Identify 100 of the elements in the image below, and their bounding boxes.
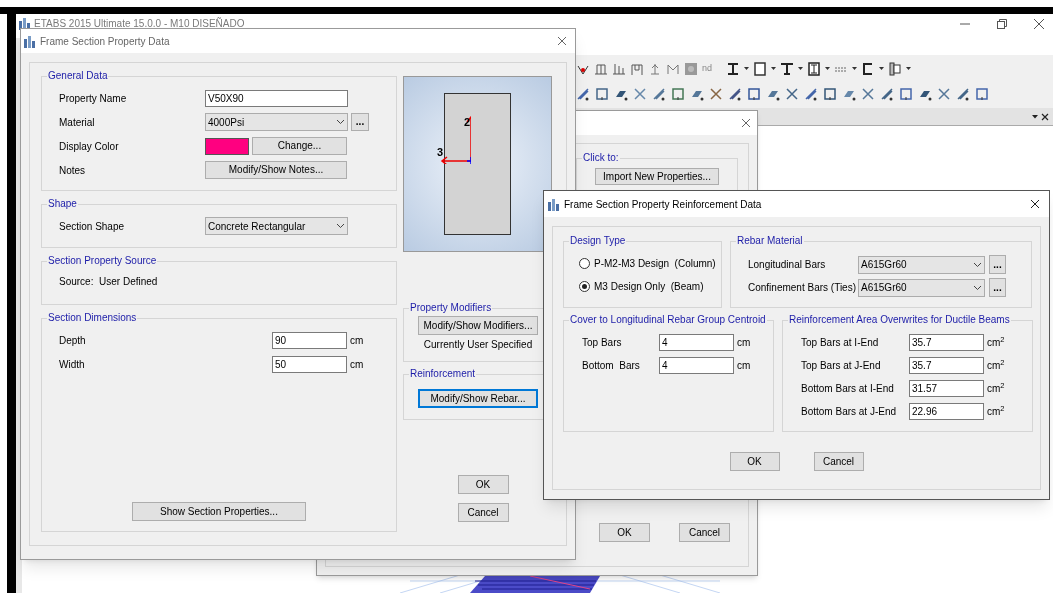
unit-label: cm [350, 357, 364, 372]
more-button[interactable]: ... [989, 255, 1006, 274]
group-title: Reinforcement Area Overwrites for Ductile Beams [788, 314, 1011, 326]
draw-tool-icon[interactable] [785, 87, 801, 101]
building-icon [547, 197, 560, 211]
draw-tool-icon[interactable] [937, 87, 953, 101]
dropdown-caret-icon[interactable] [798, 67, 803, 71]
button[interactable]: Change... [252, 137, 347, 155]
group-title: Rebar Material [736, 235, 804, 247]
draw-tool-icon[interactable] [709, 87, 725, 101]
button[interactable]: Modify/Show Modifiers... [418, 316, 538, 335]
button[interactable]: Modify/Show Rebar... [418, 389, 538, 408]
i-beam-icon[interactable] [726, 62, 740, 76]
button[interactable]: Cancel [679, 523, 730, 542]
input-field[interactable]: 4 [659, 334, 734, 351]
rectangle-section-icon[interactable] [753, 62, 767, 76]
radio-option[interactable]: M3 Design Only (Beam) [579, 278, 721, 295]
input-field[interactable]: 22.96 [909, 403, 984, 420]
button[interactable]: Modify/Show Notes... [205, 161, 347, 179]
draw-tool-icon[interactable] [880, 87, 896, 101]
dropdown[interactable]: Concrete Rectangular [205, 217, 348, 235]
dropdown-caret-icon[interactable] [825, 67, 830, 71]
draw-tool-icon[interactable] [899, 87, 915, 101]
input-field[interactable]: 35.7 [909, 357, 984, 374]
group-title: Shape [47, 198, 78, 210]
button[interactable]: Cancel [813, 452, 864, 471]
close-icon[interactable] [1033, 17, 1045, 30]
restore-icon[interactable] [996, 17, 1008, 30]
unit-label: cm$^{2}$ [987, 404, 1005, 419]
unit-label: cm [350, 333, 364, 348]
group-title: Design Type [569, 235, 627, 247]
input-field[interactable]: 90 [272, 331, 347, 349]
draw-tool-icon[interactable] [652, 87, 668, 101]
draw-tool-icon[interactable] [633, 87, 649, 101]
draw-tool-icon[interactable] [956, 87, 972, 101]
channel-section-icon[interactable] [861, 62, 875, 76]
button[interactable]: OK [457, 475, 509, 494]
draw-tool-icon[interactable] [576, 87, 592, 101]
portal-frame-icon[interactable] [630, 62, 644, 76]
group-title: Section Dimensions [47, 312, 138, 324]
draw-tool-icon[interactable] [975, 87, 991, 101]
axis-arrows-icon [439, 116, 471, 164]
column-section-icon[interactable] [888, 62, 902, 76]
status-text: Currently User Specified [423, 338, 533, 352]
tee-section-icon[interactable] [780, 62, 794, 76]
radio-button[interactable] [579, 258, 590, 269]
input-field[interactable]: 4 [659, 357, 734, 374]
dropdown-caret-icon[interactable] [852, 67, 857, 71]
group-title: General Data [47, 70, 109, 82]
field-label: Confinement Bars (Ties) [748, 281, 857, 295]
draw-tool-icon[interactable] [747, 87, 763, 101]
close-icon[interactable] [1030, 199, 1040, 209]
button[interactable]: Show Section Properties... [132, 502, 306, 521]
field-label: Material [59, 115, 96, 130]
dropdown-caret-icon[interactable] [771, 67, 776, 71]
dropdown-value: Concrete Rectangular [208, 219, 306, 234]
color-swatch[interactable] [205, 137, 249, 155]
input-field[interactable]: 31.57 [909, 380, 984, 397]
field-label: Longitudinal Bars [748, 258, 827, 272]
group-title: Property Modifiers [409, 302, 493, 314]
group-title: Section Property Source [47, 255, 158, 267]
dropdown-caret-icon[interactable] [906, 67, 911, 71]
radio-button[interactable] [579, 281, 590, 292]
input-field[interactable]: 35.7 [909, 334, 984, 351]
toolbar-label: nd [702, 62, 712, 76]
unit-label: cm$^{2}$ [987, 381, 1005, 396]
more-button[interactable]: ... [989, 278, 1006, 297]
dropdown-value: 4000Psi [208, 115, 245, 130]
dropdown-caret-icon[interactable] [879, 67, 884, 71]
field-label: Notes [59, 163, 87, 178]
input-field[interactable]: 50 [272, 355, 347, 373]
support-icon[interactable] [648, 62, 662, 76]
dropdown[interactable]: A615Gr60 [858, 278, 985, 297]
unit-label: cm$^{2}$ [987, 358, 1005, 373]
dropdown-caret-icon[interactable] [1032, 114, 1038, 119]
radio-option[interactable]: P-M2-M3 Design (Column) [579, 255, 721, 272]
dropdown[interactable]: 4000Psi [205, 113, 348, 131]
button[interactable]: Cancel [457, 503, 509, 522]
import-button[interactable]: Import New Properties... [595, 168, 719, 185]
more-button[interactable]: ... [351, 113, 369, 131]
dropdown-caret-icon[interactable] [744, 67, 749, 71]
draw-tool-icon[interactable] [595, 87, 611, 101]
dropdown-caret-icon [336, 119, 345, 125]
draw-tool-icon[interactable] [671, 87, 687, 101]
frame-grid-icon[interactable] [612, 62, 626, 76]
box-section-icon[interactable] [807, 62, 821, 76]
close-icon[interactable] [1041, 112, 1049, 121]
field-label: Depth [59, 333, 87, 348]
frame-icon[interactable] [666, 62, 680, 76]
draw-tool-icon[interactable] [804, 87, 820, 101]
draw-tool-icon[interactable] [728, 87, 744, 101]
source-text: Source: User Defined [59, 274, 158, 289]
draw-tool-icon[interactable] [823, 87, 839, 101]
group-title: Click to: [582, 152, 620, 164]
button[interactable]: OK [729, 452, 780, 471]
input-field[interactable]: V50X90 [205, 89, 348, 107]
button[interactable]: OK [599, 523, 650, 542]
draw-tool-icon[interactable] [861, 87, 877, 101]
dropdown[interactable]: A615Gr60 [858, 255, 985, 274]
frame-grid-icon[interactable] [594, 62, 608, 76]
